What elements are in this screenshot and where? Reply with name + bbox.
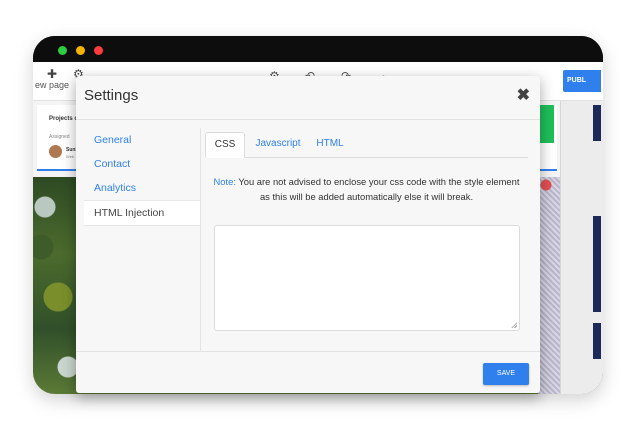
background-photo-right bbox=[538, 177, 560, 394]
side-panel bbox=[560, 101, 603, 394]
settings-modal: Settings ✖ General Contact Analytics HTM… bbox=[76, 76, 540, 393]
plus-icon: ✚ bbox=[46, 67, 58, 81]
publish-button[interactable]: PUBL bbox=[563, 70, 601, 92]
note-text-2: as this will be added automatically else… bbox=[259, 191, 474, 202]
new-page-button[interactable]: ✚ ew page bbox=[35, 68, 69, 90]
nav-item-general[interactable]: General bbox=[84, 128, 200, 152]
tab-css[interactable]: CSS bbox=[205, 132, 245, 158]
card-user-sub: Web bbox=[66, 154, 75, 159]
card-title: Projects o bbox=[49, 116, 79, 122]
side-block bbox=[593, 323, 601, 359]
save-button[interactable]: SAVE bbox=[483, 363, 529, 385]
tab-javascript[interactable]: Javascript bbox=[249, 132, 307, 156]
tab-html[interactable]: HTML bbox=[313, 132, 347, 156]
window-titlebar bbox=[33, 36, 603, 62]
new-page-label: ew page bbox=[35, 80, 70, 90]
close-icon[interactable]: ✖ bbox=[517, 85, 530, 105]
css-code-input[interactable] bbox=[214, 225, 520, 331]
resize-handle-icon[interactable] bbox=[511, 322, 517, 328]
divider bbox=[200, 128, 201, 352]
injection-pane: CSS Javascript HTML Note: You are not ad… bbox=[205, 132, 528, 352]
modal-body: General Contact Analytics HTML Injection… bbox=[76, 120, 540, 352]
css-note: Note: You are not advised to enclose you… bbox=[205, 174, 528, 204]
nav-item-html-injection[interactable]: HTML Injection bbox=[84, 200, 200, 226]
card-assigned-label: Assigned bbox=[49, 134, 70, 140]
note-label: Note: bbox=[213, 176, 236, 187]
note-text-1: You are not advised to enclose your css … bbox=[235, 176, 520, 187]
side-block bbox=[593, 216, 601, 312]
stage: ✚ ew page ⚙ F ⚙ ↶ ↷ ☁ PUBL Projects o As… bbox=[0, 0, 639, 425]
nav-item-contact[interactable]: Contact bbox=[84, 152, 200, 176]
maximize-dot[interactable] bbox=[58, 46, 67, 55]
nav-item-analytics[interactable]: Analytics bbox=[84, 176, 200, 200]
close-dot[interactable] bbox=[94, 46, 103, 55]
code-tabs: CSS Javascript HTML bbox=[205, 132, 528, 158]
settings-nav: General Contact Analytics HTML Injection bbox=[84, 128, 200, 226]
modal-header: Settings ✖ bbox=[76, 76, 540, 120]
avatar bbox=[49, 145, 62, 158]
modal-title: Settings bbox=[84, 87, 139, 104]
side-block bbox=[593, 105, 601, 141]
modal-footer: SAVE bbox=[76, 351, 540, 393]
minimize-dot[interactable] bbox=[76, 46, 85, 55]
